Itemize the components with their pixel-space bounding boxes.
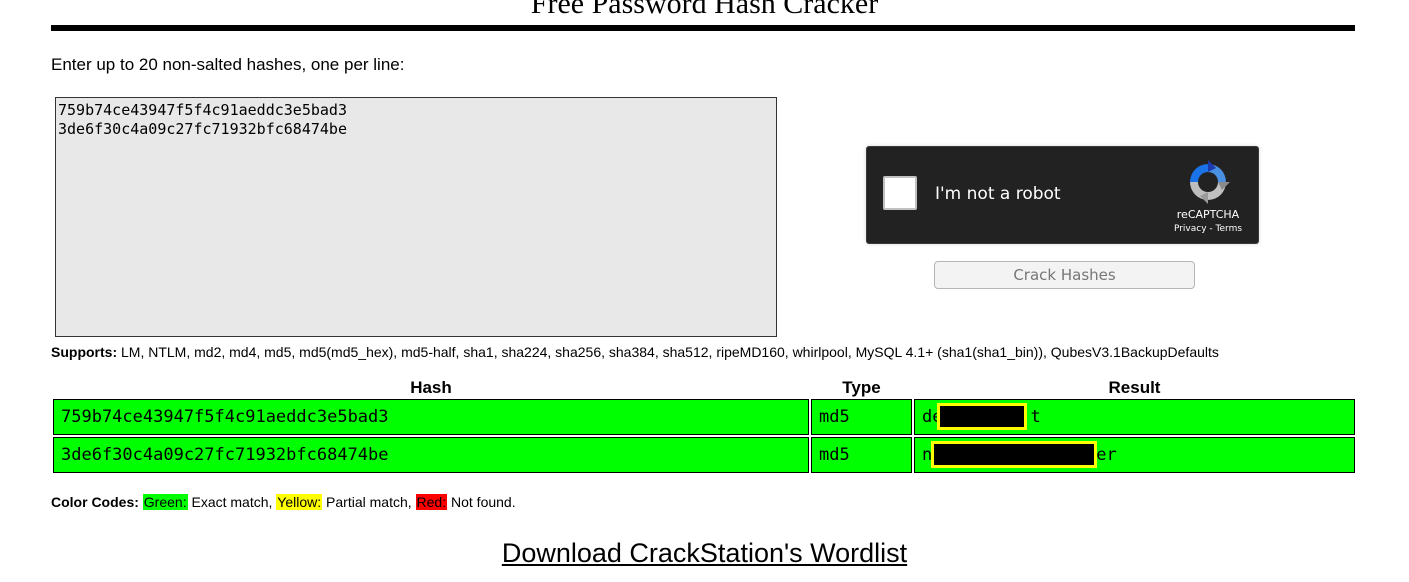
title-divider (51, 25, 1355, 31)
legend-green-text: Exact match, (187, 494, 277, 510)
result-cell: de t (914, 399, 1355, 435)
instructions-text: Enter up to 20 non-salted hashes, one pe… (51, 55, 405, 74)
hash-cell: 759b74ce43947f5f4c91aeddc3e5bad3 (53, 399, 809, 435)
recaptcha-label: I'm not a robot (935, 184, 1061, 204)
column-header-type: Type (842, 378, 881, 397)
column-header-result: Result (1108, 378, 1161, 397)
crack-hashes-button[interactable]: Crack Hashes (934, 261, 1195, 289)
legend-red-text: Not found. (447, 494, 516, 510)
legend-green-swatch: Green: (142, 494, 188, 510)
recaptcha-checkbox[interactable] (883, 176, 917, 210)
result-cell: n er (914, 437, 1355, 473)
page-title: Free Password Hash Cracker (530, 0, 879, 20)
table-row: 759b74ce43947f5f4c91aeddc3e5bad3 md5 de t (53, 399, 1355, 435)
recaptcha-links: Privacy - Terms (1163, 223, 1253, 235)
supports-list: LM, NTLM, md2, md4, md5, md5(md5_hex), m… (117, 344, 1219, 360)
result-text-end: t (1030, 407, 1041, 427)
redaction-box (937, 403, 1027, 430)
table-row: 3de6f30c4a09c27fc71932bfc68474be md5 n er (53, 437, 1355, 473)
results-table: Hash Type Result 759b74ce43947f5f4c91aed… (51, 376, 1357, 475)
legend-heading: Color Codes: (51, 494, 139, 510)
color-legend: Color Codes: Green: Exact match, Yellow:… (51, 494, 516, 511)
legend-yellow-text: Partial match, (322, 494, 416, 510)
recaptcha-brand: reCAPTCHA (1176, 208, 1240, 221)
redaction-box (931, 441, 1097, 468)
supports-heading: Supports: (51, 344, 118, 360)
download-wordlist-link[interactable]: Download CrackStation's Wordlist (502, 538, 907, 568)
hash-input[interactable] (55, 97, 777, 337)
recaptcha-privacy-link[interactable]: Privacy (1174, 224, 1207, 234)
type-cell: md5 (811, 399, 912, 435)
recaptcha-logo-icon (1190, 160, 1230, 204)
recaptcha-link-separator: - (1206, 224, 1216, 234)
result-text-end: er (1096, 445, 1117, 465)
legend-red-swatch: Red: (415, 494, 448, 510)
supported-algorithms: Supports: LM, NTLM, md2, md4, md5, md5(m… (51, 344, 1219, 361)
page: Free Password Hash Cracker Enter up to 2… (0, 0, 1409, 582)
download-wordlist: Download CrackStation's Wordlist (0, 537, 1409, 569)
column-header-hash: Hash (410, 378, 452, 397)
hash-cell: 3de6f30c4a09c27fc71932bfc68474be (53, 437, 809, 473)
legend-yellow-swatch: Yellow: (276, 494, 323, 510)
type-cell: md5 (811, 437, 912, 473)
recaptcha-terms-link[interactable]: Terms (1216, 224, 1243, 234)
recaptcha-widget: I'm not a robot reCAPTCHA Privacy - Term… (866, 146, 1259, 244)
results-header-row: Hash Type Result (53, 378, 1355, 397)
